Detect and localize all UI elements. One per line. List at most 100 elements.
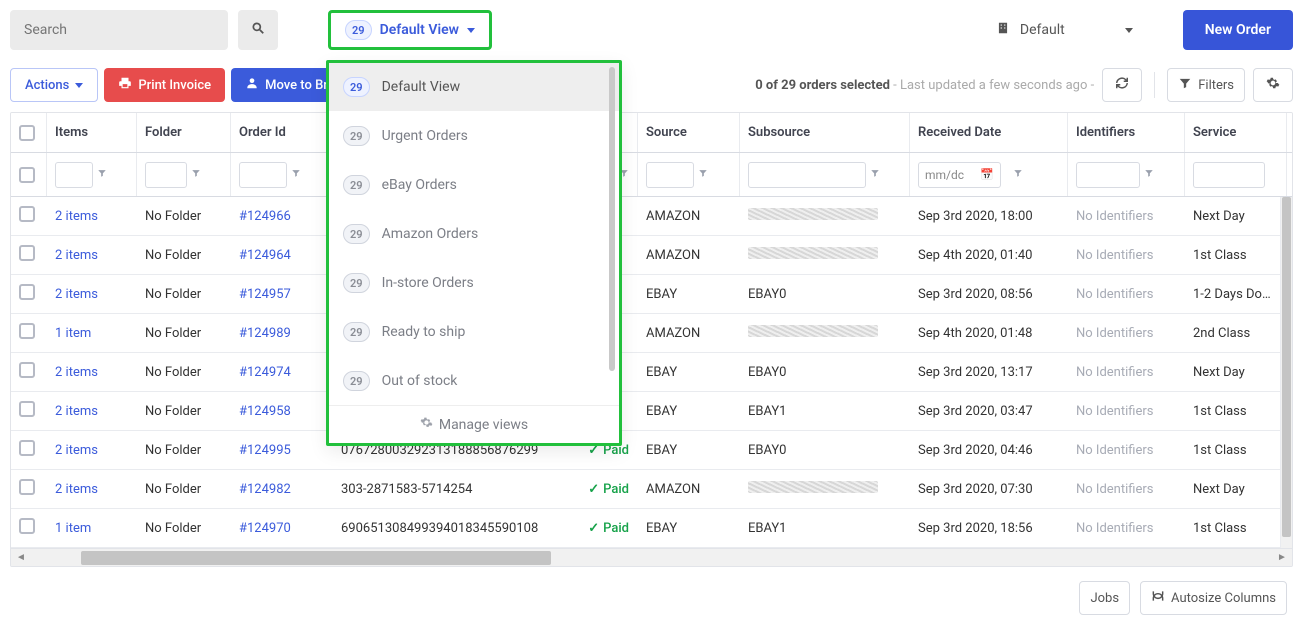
- actions-button[interactable]: Actions: [10, 68, 98, 102]
- funnel-icon[interactable]: [191, 168, 201, 181]
- items-link[interactable]: 1 item: [55, 521, 91, 536]
- search-button[interactable]: [238, 10, 278, 50]
- view-option[interactable]: 29Urgent Orders: [329, 111, 619, 160]
- funnel-icon[interactable]: [1144, 168, 1154, 181]
- selection-count: 0 of 29 orders selected: [755, 78, 890, 93]
- filters-button[interactable]: Filters: [1167, 68, 1245, 102]
- col-subsource[interactable]: Subsource: [740, 113, 910, 152]
- view-option[interactable]: 29Out of stock: [329, 356, 619, 405]
- items-link[interactable]: 2 items: [55, 482, 98, 497]
- items-link[interactable]: 2 items: [55, 209, 98, 224]
- funnel-icon[interactable]: [291, 168, 301, 181]
- row-checkbox[interactable]: [19, 479, 35, 495]
- view-option-label: In-store Orders: [382, 275, 474, 291]
- col-service[interactable]: Service: [1185, 113, 1287, 152]
- row-checkbox[interactable]: [19, 284, 35, 300]
- search-input[interactable]: [10, 10, 228, 50]
- print-invoice-label: Print Invoice: [138, 78, 211, 93]
- funnel-icon[interactable]: [97, 168, 107, 181]
- col-items[interactable]: Items: [47, 113, 137, 152]
- horizontal-scrollbar[interactable]: ◄ ►: [11, 548, 1292, 566]
- view-picker[interactable]: 29 Default View: [328, 10, 492, 50]
- filter-identifiers[interactable]: [1076, 162, 1140, 188]
- dropdown-scrollbar[interactable]: [609, 67, 615, 371]
- items-link[interactable]: 2 items: [55, 443, 98, 458]
- row-checkbox[interactable]: [19, 518, 35, 534]
- gear-icon: [420, 416, 433, 433]
- calendar-icon[interactable]: 📅: [980, 168, 994, 181]
- items-link[interactable]: 2 items: [55, 287, 98, 302]
- table-row[interactable]: 2 itemsNo Folder#124974EBAYEBAY0Sep 3rd …: [11, 353, 1292, 392]
- order-id-link[interactable]: #124966: [239, 209, 291, 224]
- view-option[interactable]: 29Default View: [329, 63, 619, 111]
- items-link[interactable]: 1 item: [55, 326, 91, 341]
- refresh-button[interactable]: [1102, 68, 1142, 102]
- funnel-icon[interactable]: [698, 168, 708, 181]
- row-checkbox[interactable]: [19, 440, 35, 456]
- jobs-button[interactable]: Jobs: [1079, 581, 1130, 615]
- table-row[interactable]: 2 itemsNo Folder#124964AMAZONSep 4th 202…: [11, 236, 1292, 275]
- filter-items[interactable]: [55, 162, 93, 188]
- view-count-badge: 29: [343, 126, 370, 146]
- items-link[interactable]: 2 items: [55, 248, 98, 263]
- cell-subsource: [740, 325, 910, 341]
- autosize-columns-button[interactable]: Autosize Columns: [1140, 581, 1287, 615]
- filter-folder[interactable]: [145, 162, 187, 188]
- row-checkbox[interactable]: [19, 245, 35, 261]
- filter-service[interactable]: [1193, 162, 1265, 188]
- filter-source[interactable]: [646, 162, 694, 188]
- funnel-icon[interactable]: [1013, 168, 1023, 181]
- row-checkbox[interactable]: [19, 323, 35, 339]
- table-row[interactable]: 1 itemNo Folder#124989AMAZONSep 4th 2020…: [11, 314, 1292, 353]
- col-identifiers[interactable]: Identifiers: [1068, 113, 1185, 152]
- items-link[interactable]: 2 items: [55, 365, 98, 380]
- col-received[interactable]: Received Date: [910, 113, 1068, 152]
- funnel-icon[interactable]: [870, 168, 880, 181]
- row-checkbox[interactable]: [19, 206, 35, 222]
- print-invoice-button[interactable]: Print Invoice: [104, 68, 225, 102]
- view-option[interactable]: 29In-store Orders: [329, 258, 619, 307]
- order-id-link[interactable]: #124989: [239, 326, 291, 341]
- cell-items: 2 items: [47, 248, 137, 263]
- view-count-badge: 29: [343, 322, 370, 342]
- cell-service: Next Day: [1185, 482, 1287, 497]
- row-checkbox[interactable]: [19, 401, 35, 417]
- view-option[interactable]: 29Ready to ship: [329, 307, 619, 356]
- col-orderid[interactable]: Order Id: [231, 113, 333, 152]
- table-row[interactable]: 2 itemsNo Folder#12499507672800329231318…: [11, 431, 1292, 470]
- items-link[interactable]: 2 items: [55, 404, 98, 419]
- table-row[interactable]: 2 itemsNo Folder#124982303-2871583-57142…: [11, 470, 1292, 509]
- view-option[interactable]: 29Amazon Orders: [329, 209, 619, 258]
- view-option[interactable]: 29eBay Orders: [329, 160, 619, 209]
- scrollbar-thumb[interactable]: [81, 551, 551, 565]
- vertical-scrollbar[interactable]: [1280, 197, 1292, 548]
- scroll-left-icon[interactable]: ◄: [11, 549, 31, 567]
- order-id-link[interactable]: #124982: [239, 482, 291, 497]
- order-id-link[interactable]: #124964: [239, 248, 291, 263]
- col-source[interactable]: Source: [638, 113, 740, 152]
- new-order-button[interactable]: New Order: [1183, 10, 1293, 50]
- filter-check[interactable]: [19, 167, 35, 183]
- order-id-link[interactable]: #124958: [239, 404, 291, 419]
- cell-folder: No Folder: [137, 521, 231, 536]
- settings-button[interactable]: [1253, 68, 1293, 102]
- order-id-link[interactable]: #124995: [239, 443, 291, 458]
- location-select[interactable]: Default: [996, 21, 1133, 39]
- filter-subsource[interactable]: [748, 162, 866, 188]
- gear-icon: [1266, 76, 1280, 94]
- col-folder[interactable]: Folder: [137, 113, 231, 152]
- manage-views-button[interactable]: Manage views: [329, 405, 619, 443]
- order-id-link[interactable]: #124970: [239, 521, 291, 536]
- table-row[interactable]: 2 itemsNo Folder#124966AMAZONSep 3rd 202…: [11, 197, 1292, 236]
- cell-identifiers: No Identifiers: [1068, 365, 1185, 380]
- scroll-right-icon[interactable]: ►: [1272, 549, 1292, 567]
- table-row[interactable]: 1 itemNo Folder#124970690651308499394018…: [11, 509, 1292, 548]
- row-checkbox[interactable]: [19, 362, 35, 378]
- table-row[interactable]: 2 itemsNo Folder#124958EBAYEBAY1Sep 3rd …: [11, 392, 1292, 431]
- table-row[interactable]: 2 itemsNo Folder#124957EBAYEBAY0Sep 3rd …: [11, 275, 1292, 314]
- redacted-text: [748, 481, 878, 493]
- filter-orderid[interactable]: [239, 162, 287, 188]
- select-all-checkbox[interactable]: [19, 125, 35, 141]
- order-id-link[interactable]: #124957: [239, 287, 291, 302]
- order-id-link[interactable]: #124974: [239, 365, 291, 380]
